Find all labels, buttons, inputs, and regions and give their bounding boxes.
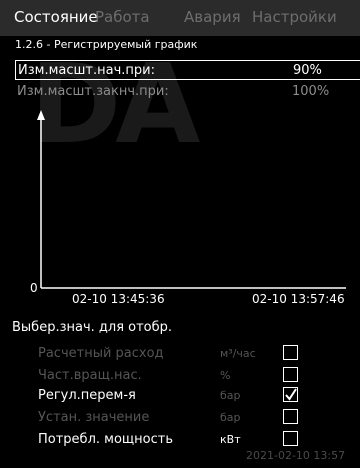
option-unit: бар: [220, 389, 241, 402]
param-label: Изм.масшт.нач.при:: [18, 63, 155, 78]
param-row-scale-end[interactable]: Изм.масшт.закнч.при: 100%: [15, 82, 360, 102]
option-unit: бар: [220, 411, 241, 424]
option-checkbox[interactable]: [283, 345, 298, 360]
option-unit: м³/час: [220, 347, 256, 360]
option-label: Расчетный расход: [38, 346, 164, 361]
x-tick-label-start: 02-10 13:45:36: [72, 292, 165, 306]
option-label: Регул.перем-я: [38, 388, 136, 403]
option-checkbox[interactable]: [283, 387, 298, 402]
tab-bar: Состояние Работа Авария Настройки: [0, 0, 360, 36]
y-axis-zero-label: 0: [30, 281, 38, 295]
option-row-setpoint: Устан. значение бар: [0, 408, 360, 428]
option-checkbox[interactable]: [283, 367, 298, 382]
param-value: 90%: [293, 63, 322, 78]
param-value: 100%: [292, 84, 330, 99]
option-row-rated-flow: Расчетный расход м³/час: [0, 344, 360, 364]
option-row-pump-speed: Част.вращ.нас. %: [0, 366, 360, 386]
tab-alarm[interactable]: Авария: [184, 8, 241, 26]
tab-operation[interactable]: Работа: [95, 8, 150, 26]
display-values-title: Выбер.знач. для отобр.: [12, 320, 173, 335]
checkmark-icon: [285, 388, 297, 401]
option-row-power-consumption: Потребл. мощность кВт: [0, 430, 360, 450]
option-checkbox[interactable]: [283, 431, 298, 446]
logged-graph-chart: 0 02-10 13:45:36 02-10 13:57:46: [30, 110, 346, 306]
option-label: Потребл. мощность: [38, 432, 173, 447]
status-timestamp: 2021-02-10 13:57: [246, 449, 346, 462]
option-checkbox[interactable]: [283, 409, 298, 424]
param-label: Изм.масшт.закнч.при:: [17, 84, 169, 99]
tab-settings[interactable]: Настройки: [252, 8, 337, 26]
param-row-scale-start[interactable]: Изм.масшт.нач.при: 90%: [15, 60, 360, 80]
option-row-controlled-variable: Регул.перем-я бар: [0, 386, 360, 406]
option-unit: %: [220, 369, 231, 382]
tab-status[interactable]: Состояние: [14, 8, 98, 26]
option-label: Устан. значение: [38, 410, 150, 425]
breadcrumb: 1.2.6 - Регистрируемый график: [15, 38, 198, 51]
option-label: Част.вращ.нас.: [38, 368, 142, 383]
x-tick-label-end: 02-10 13:57:46: [252, 292, 345, 306]
option-unit: кВт: [220, 433, 241, 446]
